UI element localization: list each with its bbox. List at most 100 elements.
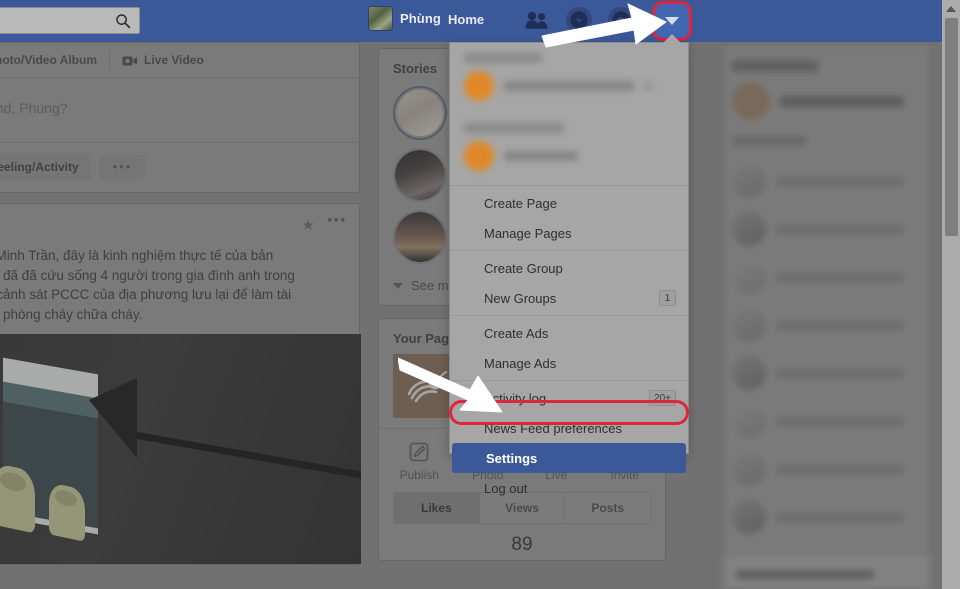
status-dot: [914, 465, 922, 473]
post-text: ebook Minh Trần, đây là kinh nghiệm thực…: [0, 246, 359, 334]
list-item[interactable]: [724, 205, 930, 253]
nav-home-link[interactable]: Home: [448, 12, 484, 27]
status-dot: [914, 513, 922, 521]
post-image-arrow-head: [89, 378, 137, 458]
search-icon[interactable]: [115, 13, 131, 29]
list-item[interactable]: [724, 397, 930, 445]
right-sidebar-page-badge: [914, 97, 922, 105]
list-item-label-redacted: [776, 320, 904, 330]
story-avatar-2[interactable]: [393, 148, 447, 202]
menu-item-activity-log-label: Activity log: [484, 390, 547, 406]
menu-item-log-out-label: Log out: [484, 480, 528, 496]
composer-body[interactable]: our mind, Phùng?: [0, 78, 359, 128]
status-dot: [914, 225, 922, 233]
post-star-icon: ★: [301, 217, 315, 234]
menu-item-news-feed-preferences[interactable]: News Feed preferences: [450, 413, 688, 443]
friend-requests-icon[interactable]: [524, 7, 550, 33]
list-item[interactable]: [724, 253, 930, 301]
activity-log-badge: 20+: [649, 390, 676, 406]
right-sidebar-page-entry[interactable]: [724, 82, 930, 132]
post-text-line-3: phòng cảnh sát PCCC của địa phương lưu l…: [0, 287, 292, 302]
post-options-button[interactable]: •••: [327, 213, 347, 226]
list-item[interactable]: [724, 493, 930, 541]
list-item[interactable]: [724, 445, 930, 493]
avatar: [732, 164, 766, 198]
page-account-entry-redacted[interactable]: [450, 65, 688, 113]
status-dot: [914, 321, 922, 329]
list-item[interactable]: [724, 349, 930, 397]
composer-tab-live-video[interactable]: Live Video: [110, 43, 216, 77]
avatar: [732, 308, 766, 342]
story-avatar-1[interactable]: [393, 86, 447, 140]
live-video-icon: [122, 54, 137, 67]
business-account-entry-redacted[interactable]: [450, 135, 688, 183]
post-header: ★ •••: [0, 204, 359, 246]
business-manager-section-title-redacted: [450, 113, 688, 135]
post-text-line-2: ệm này đã đã cứu sống 4 người trong gia …: [0, 267, 295, 283]
avatar: [732, 212, 766, 246]
publish-button[interactable]: Publish: [387, 441, 451, 482]
avatar: [732, 404, 766, 438]
right-sidebar-page-label-redacted: [780, 95, 904, 107]
scroll-up-arrow-icon[interactable]: [945, 3, 957, 15]
menu-item-create-page[interactable]: Create Page: [450, 188, 688, 218]
status-dot: [914, 369, 922, 377]
search-input[interactable]: [0, 7, 140, 34]
menu-item-create-group-label: Create Group: [484, 260, 563, 276]
composer-more-options-button[interactable]: •••: [98, 154, 147, 179]
avatar: [732, 260, 766, 294]
feeling-activity-button[interactable]: Feeling/Activity: [0, 153, 91, 180]
menu-item-manage-ads[interactable]: Manage Ads: [450, 348, 688, 378]
story-avatar-2-image: [395, 150, 445, 200]
composer-placeholder: our mind, Phùng?: [0, 100, 68, 116]
menu-item-log-out[interactable]: Log out: [450, 473, 688, 503]
menu-item-news-feed-preferences-label: News Feed preferences: [484, 420, 623, 436]
avatar: [464, 141, 494, 171]
list-item[interactable]: [724, 301, 930, 349]
notifications-icon[interactable]: [608, 7, 634, 33]
your-page-avatar[interactable]: [393, 354, 457, 418]
left-column: Photo/Video Album Live Video: [0, 42, 361, 565]
menu-divider: [450, 315, 688, 316]
right-sidebar-page-avatar: [732, 82, 770, 120]
composer-tabs: Photo/Video Album Live Video: [0, 43, 359, 78]
vertical-scrollbar[interactable]: [942, 0, 960, 589]
menu-item-activity-log[interactable]: Activity log 20+: [450, 383, 688, 413]
your-pages-section-title-redacted: [450, 43, 688, 65]
scrollbar-thumb[interactable]: [945, 18, 958, 236]
list-item-label-redacted: [776, 512, 904, 522]
menu-item-create-group[interactable]: Create Group: [450, 253, 688, 283]
post-image[interactable]: [0, 334, 361, 564]
menu-item-new-groups[interactable]: New Groups 1: [450, 283, 688, 313]
screen-root: Photo/Video Album Live Video: [0, 0, 960, 589]
status-dot: [914, 273, 922, 281]
post-text-line-4: ông tác phòng cháy chữa cháy.: [0, 306, 143, 322]
list-item-label-redacted: [776, 176, 904, 186]
list-item[interactable]: [724, 157, 930, 205]
menu-item-manage-pages[interactable]: Manage Pages: [450, 218, 688, 248]
status-dot: [914, 177, 922, 185]
chevron-down-icon: [393, 282, 403, 289]
right-sidebar-section-title-redacted: [732, 60, 818, 72]
avatar: [732, 500, 766, 534]
avatar: [732, 452, 766, 486]
publish-pencil-icon: [409, 441, 429, 463]
publish-label: Publish: [399, 468, 439, 482]
list-item-label-redacted: [776, 272, 904, 282]
chat-panel[interactable]: [724, 555, 930, 589]
menu-item-create-ads[interactable]: Create Ads: [450, 318, 688, 348]
story-avatar-1-image: [397, 90, 443, 136]
top-navigation-bar: Phùng Home: [0, 0, 942, 42]
story-avatar-3[interactable]: [393, 210, 447, 264]
nav-profile-link[interactable]: Phùng: [368, 6, 441, 31]
messenger-icon[interactable]: [566, 7, 592, 33]
menu-item-manage-ads-label: Manage Ads: [484, 355, 557, 371]
nav-profile-name: Phùng: [400, 11, 441, 26]
right-sidebar-subsection-title-redacted: [732, 136, 806, 145]
avatar: [732, 356, 766, 390]
menu-item-settings[interactable]: Settings: [452, 443, 686, 473]
composer-tab-photo-video-album[interactable]: Photo/Video Album: [0, 43, 109, 77]
status-composer-card: Photo/Video Album Live Video: [0, 42, 360, 193]
menu-item-create-page-label: Create Page: [484, 195, 557, 211]
composer-tab-photo-video-album-label: Photo/Video Album: [0, 53, 97, 67]
